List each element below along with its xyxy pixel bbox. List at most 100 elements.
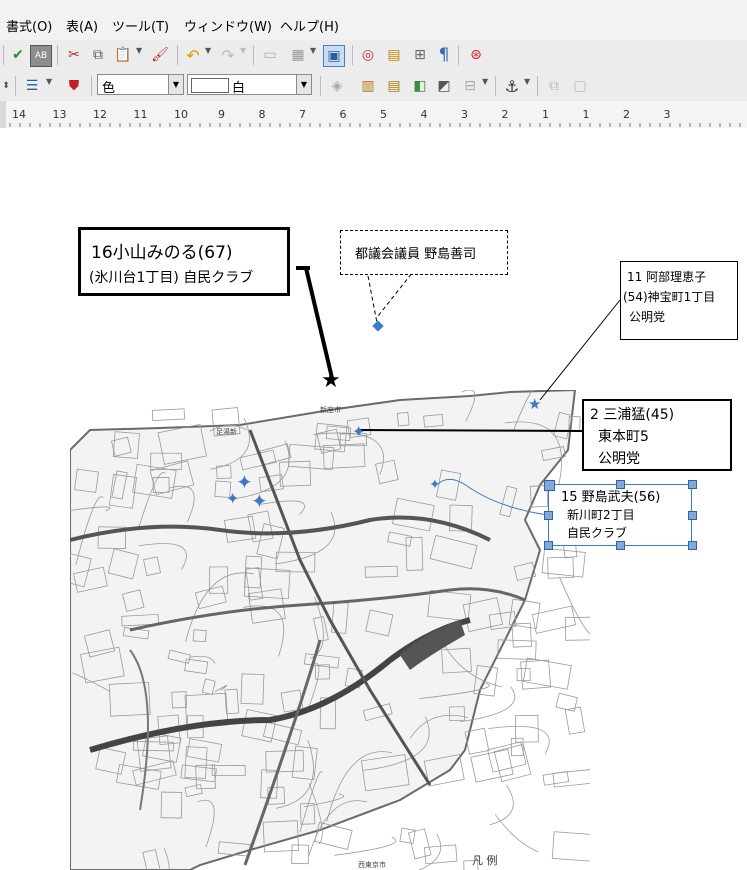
label-nojima-name: 15 野島武夫(56) — [561, 490, 661, 505]
marker-tomin — [372, 320, 384, 332]
properties-icon[interactable]: ◈ — [327, 76, 347, 96]
resize-handle-s[interactable] — [616, 541, 625, 550]
ruler-margin — [0, 101, 6, 128]
paste-icon[interactable]: 📋 — [113, 45, 133, 65]
table-icon[interactable]: ▦ — [288, 45, 308, 65]
fill-select-value: 白 — [232, 81, 246, 96]
hyperlink-icon[interactable]: ▭ — [260, 45, 280, 65]
color-select-value: 色 — [102, 81, 116, 96]
label-abe-name: 11 阿部理恵子 — [627, 270, 707, 284]
label-koyama-detail: (氷川台1丁目) 自民クラブ — [89, 270, 254, 286]
label-abe-address: (54)神宝町1丁目 — [623, 290, 716, 304]
menu-bar: 書式(O) 表(A) ツール(T) ウィンドウ(W) ヘルプ(H) — [0, 0, 747, 41]
label-nojima-selected[interactable]: 15 野島武夫(56) 新川町2丁目 自民クラブ — [548, 484, 692, 546]
ruler-number: 4 — [421, 108, 428, 121]
label-miura-name: 2 三浦猛(45) — [590, 407, 675, 423]
ruler-scale: 14 13 12 11 10 9 8 7 6 5 4 3 2 1 1 2 3 — [0, 101, 741, 128]
star-marker-miura: ✦ — [352, 422, 365, 441]
fill-select[interactable]: 白 ▼ — [187, 74, 312, 96]
color-select[interactable]: 色 ▼ — [97, 74, 184, 96]
link-frames-icon[interactable]: ⧉ — [544, 76, 564, 96]
resize-handle-w[interactable] — [544, 511, 553, 520]
clone-format-icon[interactable]: 🖌 — [150, 45, 170, 65]
toolbar-separator — [253, 45, 254, 65]
unlink-frames-icon[interactable]: ▢ — [570, 76, 590, 96]
auto-spellcheck-icon[interactable]: AB — [30, 45, 52, 67]
bring-front-icon[interactable]: ◧ — [410, 76, 430, 96]
image-icon[interactable]: ▣ — [323, 45, 345, 67]
anchor-icon[interactable]: ⚓ — [502, 76, 522, 96]
resize-handle-ne[interactable] — [688, 480, 697, 489]
ruler-number: 3 — [461, 108, 468, 121]
menu-window[interactable]: ウィンドウ(W) — [184, 16, 272, 35]
menu-tools[interactable]: ツール(T) — [112, 16, 169, 35]
label-nojima-address: 新川町2丁目 — [567, 508, 635, 522]
resize-handle-se[interactable] — [688, 541, 697, 550]
ruler-number: 1 — [583, 108, 590, 121]
label-nojima-party: 自民クラブ — [567, 526, 628, 540]
label-tomin[interactable]: 都議会議員 野島善司 — [340, 230, 508, 275]
ruler-number: 8 — [259, 108, 266, 121]
chevron-down-icon[interactable]: ▼ — [296, 75, 311, 94]
chevron-down-icon[interactable]: ▼ — [524, 77, 530, 86]
wrap-off-icon[interactable]: ▥ — [358, 76, 378, 96]
map-legend-title: 凡 例 — [472, 853, 498, 867]
area-fill-icon[interactable]: ⛊ — [64, 76, 84, 96]
label-koyama[interactable]: 16小山みのる(67) (氷川台1丁目) 自民クラブ — [78, 227, 290, 296]
toolbar-separator — [495, 76, 496, 96]
label-miura[interactable]: 2 三浦猛(45) 東本町5 公明党 — [582, 399, 732, 471]
cut-icon[interactable]: ✂ — [64, 45, 84, 65]
wrap-page-icon[interactable]: ▤ — [384, 76, 404, 96]
ruler-number: 3 — [664, 108, 671, 121]
gallery-icon[interactable]: ▤ — [384, 45, 404, 65]
resize-handle-sw[interactable] — [544, 541, 553, 550]
data-sources-icon[interactable]: ⊞ — [410, 45, 430, 65]
star-marker-nojima: ✦ — [429, 477, 441, 493]
ruler-number: 6 — [340, 108, 347, 121]
spellcheck-icon[interactable]: ✔ — [8, 45, 28, 65]
toolbar-separator — [15, 76, 16, 96]
star-marker-black: ★ — [321, 368, 341, 393]
horizontal-ruler[interactable]: 14 13 12 11 10 9 8 7 6 5 4 3 2 1 1 2 3 — [0, 101, 747, 129]
document-page[interactable]: 足湯新 新座市 西東京市 凡 例 ★ ★ ✦ ✦ ✦ ✦ ✦ 16小山みのる(6… — [0, 128, 747, 870]
resize-handle-nw[interactable] — [544, 480, 555, 491]
resize-handle-n[interactable] — [616, 480, 625, 489]
chevron-down-icon[interactable]: ▼ — [168, 75, 183, 94]
line-style-icon[interactable]: ☰ — [22, 76, 42, 96]
scroll-arrows-icon[interactable]: ⬍ — [0, 76, 12, 96]
copy-icon[interactable]: ⧉ — [88, 45, 108, 65]
chevron-down-icon[interactable]: ▼ — [46, 77, 52, 86]
menu-format[interactable]: 書式(O) — [6, 16, 52, 35]
navigator-icon[interactable]: ◎ — [358, 45, 378, 65]
label-abe-party: 公明党 — [629, 310, 666, 324]
menu-help[interactable]: ヘルプ(H) — [280, 16, 339, 35]
toolbar-separator — [91, 76, 92, 96]
ruler-number: 5 — [380, 108, 387, 121]
undo-icon[interactable]: ↶ — [183, 45, 203, 65]
align-icon[interactable]: ⊟ — [460, 76, 480, 96]
label-koyama-name: 16小山みのる(67) — [91, 243, 233, 263]
ruler-number: 9 — [218, 108, 225, 121]
menu-table[interactable]: 表(A) — [66, 16, 98, 35]
toolbar-separator — [57, 45, 58, 65]
label-tomin-name: 都議会議員 野島善司 — [355, 247, 477, 262]
ruler-number: 12 — [93, 108, 107, 121]
resize-handle-e[interactable] — [688, 511, 697, 520]
chevron-down-icon[interactable]: ▼ — [240, 46, 246, 55]
chevron-down-icon[interactable]: ▼ — [310, 46, 316, 55]
chevron-down-icon[interactable]: ▼ — [482, 77, 488, 86]
label-abe[interactable]: 11 阿部理恵子 (54)神宝町1丁目 公明党 — [620, 261, 738, 340]
frame-toolbar: ⬍ ☰ ▼ ⛊ 色 ▼ 白 ▼ ◈ ▥ ▤ ◧ ◩ ⊟ ▼ ⚓ ▼ ⧉ ▢ — [0, 71, 747, 102]
chevron-down-icon[interactable]: ▼ — [136, 46, 142, 55]
toolbar-separator — [537, 76, 538, 96]
ruler-number: 14 — [12, 108, 26, 121]
map-city-label-bottom: 西東京市 — [358, 860, 386, 869]
formatting-marks-icon[interactable]: ¶ — [434, 45, 454, 65]
star-marker-3: ✦ — [251, 489, 268, 513]
send-back-icon[interactable]: ◩ — [434, 76, 454, 96]
chevron-down-icon[interactable]: ▼ — [205, 46, 211, 55]
help-icon[interactable]: ⊛ — [466, 45, 486, 65]
redo-icon[interactable]: ↷ — [218, 45, 238, 65]
fill-swatch — [191, 78, 229, 93]
ruler-number: 2 — [623, 108, 630, 121]
